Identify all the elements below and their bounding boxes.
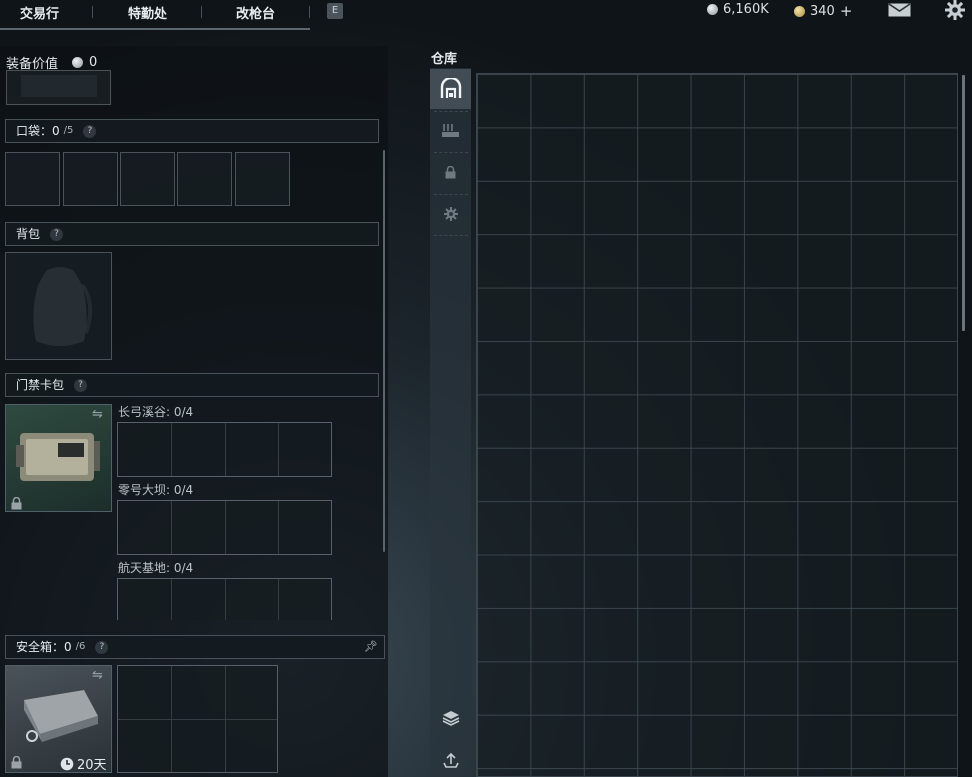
warehouse-tab-separator [434, 235, 468, 236]
backpack-header: 背包 ? [5, 222, 379, 246]
pockets-header: 口袋： 0/5 ? [5, 119, 379, 143]
warehouse-grid[interactable] [476, 73, 958, 777]
silver-currency: 6,160K [707, 2, 769, 17]
armor-slot[interactable] [6, 70, 111, 105]
safebox-item[interactable]: ⇋ 20天 [5, 665, 112, 773]
safebox-duration: 20天 [60, 754, 107, 773]
swap-icon[interactable]: ⇋ [92, 407, 103, 422]
warehouse-tab-settings[interactable] [430, 194, 471, 234]
keycard-map-label: 长弓溪谷: 0/4 [118, 405, 194, 419]
backpack-slot[interactable] [5, 252, 112, 360]
pin-icon[interactable]: 📌︎ [364, 636, 378, 658]
tab-gunsmith[interactable]: 改枪台 [236, 3, 275, 22]
expand-upload-icon [442, 752, 459, 768]
pockets-help-icon[interactable]: ? [83, 124, 97, 138]
safebox-duration-text: 20天 [77, 758, 107, 773]
gold-amount: 340 [810, 3, 835, 19]
expand-storage-button[interactable] [430, 740, 471, 777]
tab-divider [201, 6, 202, 18]
warehouse-tab-locked[interactable] [430, 152, 471, 192]
backpack-silhouette-icon [33, 267, 93, 346]
swap-icon[interactable]: ⇋ [92, 668, 103, 683]
tab-special-ops[interactable]: 特勤处 [128, 3, 167, 22]
equipment-scrollbar[interactable] [383, 150, 385, 552]
hotkey-badge: E [327, 3, 343, 19]
silver-coin-icon [72, 57, 84, 68]
warehouse-home-icon [440, 78, 461, 98]
tab-divider [92, 6, 93, 18]
active-tab-underline [0, 28, 310, 30]
safebox-capacity: /6 [75, 641, 86, 652]
gold-currency: 340 + [794, 2, 852, 20]
warehouse-title: 仓库 [431, 52, 458, 67]
keycard-header: 门禁卡包 ? [5, 373, 379, 397]
keycard-help-icon[interactable]: ? [74, 378, 88, 392]
weapon-rack-icon [441, 124, 459, 137]
safebox-header: 安全箱： 0/6 ? 📌︎ [5, 635, 385, 659]
pocket-slot[interactable] [177, 152, 232, 206]
backpack-help-icon[interactable]: ? [50, 227, 64, 241]
pockets-count: 0 [52, 124, 60, 138]
clock-icon [60, 757, 74, 770]
layers-icon [442, 711, 459, 726]
add-currency-button[interactable]: + [840, 2, 853, 20]
safebox-count: 0 [64, 640, 72, 654]
armor-silhouette [21, 75, 97, 97]
pocket-slot[interactable] [5, 152, 60, 206]
lock-icon [445, 165, 456, 178]
top-bar: 交易行 特勤处 改枪台 E 6,160K 340 + [0, 0, 972, 30]
pocket-slot[interactable] [63, 152, 118, 206]
safebox-case-icon [24, 690, 98, 742]
pockets-label: 口袋： [16, 124, 53, 138]
tab-divider [309, 6, 310, 18]
safebox-slot-grid[interactable] [117, 665, 278, 773]
warehouse-tab-main[interactable] [430, 69, 471, 109]
keycard-map-label: 航天基地: 0/4 [118, 561, 194, 575]
keycard-label: 门禁卡包 [16, 378, 65, 392]
keycard-slot-grid[interactable] [117, 578, 332, 620]
warehouse-tab-weapons[interactable] [430, 111, 471, 151]
stack-button[interactable] [430, 698, 471, 738]
warehouse-scrollbar[interactable] [962, 75, 965, 331]
pockets-capacity: /5 [63, 125, 74, 136]
safebox-help-icon[interactable]: ? [95, 640, 109, 654]
keycard-slot-grid[interactable] [117, 500, 332, 555]
silver-coin-icon [707, 4, 718, 15]
equipment-value-amount: 0 [89, 55, 98, 70]
lock-icon [11, 754, 22, 773]
backpack-label: 背包 [16, 227, 41, 241]
gold-coin-icon [794, 5, 805, 17]
silver-amount: 6,160K [723, 2, 769, 17]
settings-gear-icon[interactable] [945, 0, 965, 24]
lock-icon [11, 495, 22, 514]
keycard-slot-grid[interactable] [117, 422, 332, 477]
keycard-map-label: 零号大坝: 0/4 [118, 483, 194, 497]
tab-trading[interactable]: 交易行 [20, 3, 59, 22]
pocket-slot[interactable] [120, 152, 175, 206]
keycard-case-icon [16, 433, 100, 481]
mail-icon[interactable] [888, 2, 911, 21]
gear-icon [443, 207, 458, 221]
pocket-slot[interactable] [235, 152, 290, 206]
keycard-case-item[interactable]: ⇋ [5, 404, 112, 512]
safebox-label: 安全箱： [16, 640, 65, 654]
